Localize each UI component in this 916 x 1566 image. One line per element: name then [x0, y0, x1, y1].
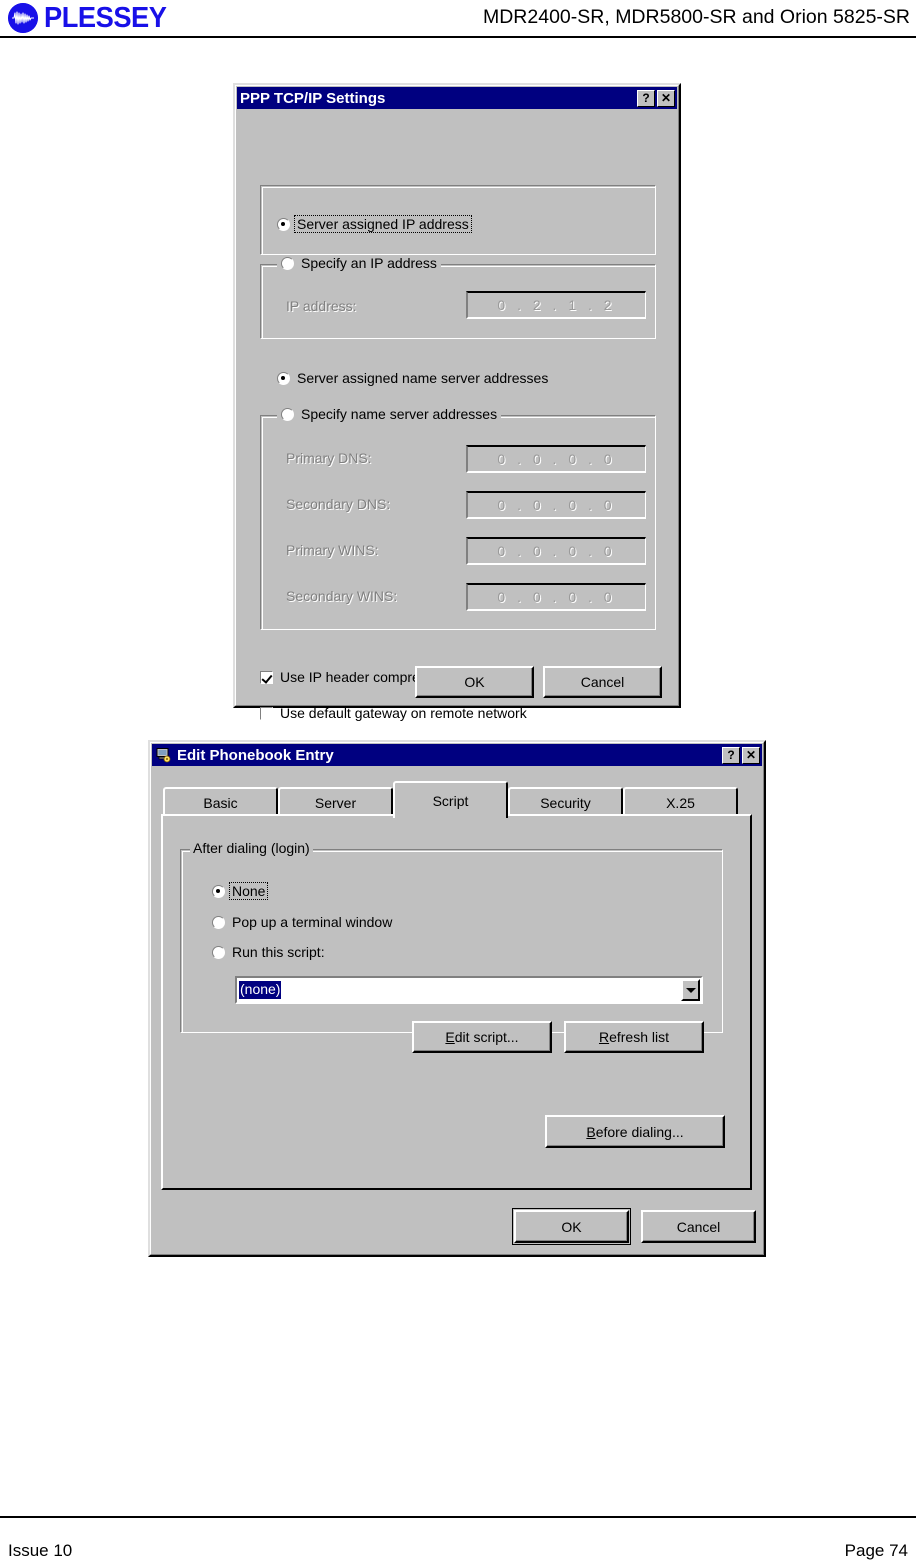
radio-script-terminal-label: Pop up a terminal window [232, 914, 393, 930]
radio-specify-ip-label: Specify an IP address [301, 255, 437, 271]
radio-specify-dns[interactable]: Specify name server addresses [277, 406, 502, 422]
help-icon[interactable]: ? [722, 746, 740, 764]
radio-indicator[interactable] [281, 407, 294, 421]
radio-indicator[interactable] [212, 915, 225, 929]
group-after-dialing: After dialing (login) [180, 841, 723, 1033]
header-product-title: MDR2400-SR, MDR5800-SR and Orion 5825-SR [482, 6, 910, 28]
before-dialing-button[interactable]: Before dialing... [545, 1115, 725, 1148]
edit-script-button[interactable]: Edit script... [412, 1021, 552, 1053]
plessey-waveform-circle-icon [8, 3, 38, 33]
tab-script[interactable]: Script [393, 781, 508, 818]
phonebook-titlebar[interactable]: Edit Phonebook Entry ? ✕ [152, 744, 762, 766]
secondary-dns-label: Secondary DNS: [286, 496, 391, 512]
tab-basic-label: Basic [203, 794, 238, 811]
tcpip-titlebar[interactable]: PPP TCP/IP Settings ? ✕ [237, 87, 677, 109]
plessey-logo-text: PLESSEY [44, 1, 167, 34]
chevron-down-icon[interactable] [681, 979, 700, 1001]
edit-phonebook-entry-dialog: Edit Phonebook Entry ? ✕ Basic Server Sc… [148, 740, 766, 1257]
ppp-tcpip-settings-dialog: PPP TCP/IP Settings ? ✕ Server assigned … [233, 83, 681, 720]
primary-wins-label: Primary WINS: [286, 542, 379, 558]
primary-wins-value: 0 . 0 . 0 . 0 [497, 543, 616, 559]
phonebook-title-buttons: ? ✕ [722, 746, 760, 764]
checkbox-default-gateway[interactable]: Use default gateway on remote network [260, 706, 527, 720]
radio-specify-dns-label: Specify name server addresses [301, 406, 498, 422]
tab-script-label: Script [432, 792, 469, 809]
tcpip-cancel-button[interactable]: Cancel [543, 666, 662, 698]
close-icon[interactable]: ✕ [657, 89, 675, 107]
phonebook-title-text: Edit Phonebook Entry [177, 746, 334, 764]
secondary-wins-label: Secondary WINS: [286, 588, 398, 604]
checkbox-default-gateway-label: Use default gateway on remote network [280, 705, 527, 721]
tab-server[interactable]: Server [278, 787, 393, 816]
radio-script-terminal[interactable]: Pop up a terminal window [212, 915, 392, 929]
phonebook-cancel-button[interactable]: Cancel [641, 1210, 756, 1243]
help-icon[interactable]: ? [637, 89, 655, 107]
tab-basic[interactable]: Basic [163, 787, 278, 816]
group-after-dialing-title: After dialing (login) [190, 841, 313, 855]
group-specify-ip [260, 185, 656, 255]
footer-issue: Issue 10 [8, 1541, 73, 1560]
radio-server-assigned-dns-label: Server assigned name server addresses [297, 370, 549, 386]
radio-indicator[interactable] [277, 371, 290, 385]
script-select-combobox[interactable]: (none) [235, 976, 703, 1004]
primary-wins-field[interactable]: 0 . 0 . 0 . 0 [466, 537, 646, 565]
close-icon[interactable]: ✕ [742, 746, 760, 764]
tab-x25-label: X.25 [666, 794, 695, 811]
primary-dns-value: 0 . 0 . 0 . 0 [497, 451, 616, 467]
tcpip-title-text: PPP TCP/IP Settings [240, 89, 386, 107]
radio-specify-ip[interactable]: Specify an IP address [277, 256, 441, 270]
ip-address-label: IP address: [286, 298, 357, 314]
page-header: PLESSEY MDR2400-SR, MDR5800-SR and Orion… [0, 0, 916, 36]
ip-address-field[interactable]: 0 . 2 . 1 . 2 [466, 291, 646, 319]
radio-indicator[interactable] [212, 884, 225, 898]
edit-script-label: Edit script... [445, 1029, 519, 1045]
secondary-dns-value: 0 . 0 . 0 . 0 [497, 497, 616, 513]
tcpip-title-buttons: ? ✕ [637, 89, 675, 107]
before-dialing-label: Before dialing... [586, 1123, 684, 1140]
radio-run-this-script-label: Run this script: [232, 944, 325, 960]
secondary-wins-field[interactable]: 0 . 0 . 0 . 0 [466, 583, 646, 611]
radio-script-none-label: None [229, 882, 269, 900]
radio-run-this-script[interactable]: Run this script: [212, 945, 325, 959]
tcpip-ok-button[interactable]: OK [415, 666, 534, 698]
footer-page: Page 74 [844, 1541, 908, 1560]
tab-server-label: Server [314, 794, 357, 811]
plessey-logo: PLESSEY [8, 3, 174, 33]
radio-indicator[interactable] [212, 945, 225, 959]
header-divider [0, 36, 916, 38]
phonebook-ok-button[interactable]: OK [512, 1208, 631, 1245]
refresh-list-button[interactable]: Refresh list [564, 1021, 704, 1053]
script-select-value: (none) [239, 981, 282, 999]
primary-dns-label: Primary DNS: [286, 450, 372, 466]
radio-script-none[interactable]: None [212, 882, 269, 900]
secondary-dns-field[interactable]: 0 . 0 . 0 . 0 [466, 491, 646, 519]
footer-divider [0, 1516, 916, 1518]
radio-indicator[interactable] [281, 256, 294, 270]
checkbox-indicator[interactable] [260, 706, 273, 720]
tab-security[interactable]: Security [508, 787, 623, 816]
tab-x25[interactable]: X.25 [623, 787, 738, 816]
tab-security-label: Security [540, 794, 591, 811]
modem-phone-icon [155, 746, 173, 764]
refresh-list-label: Refresh list [598, 1029, 670, 1045]
secondary-wins-value: 0 . 0 . 0 . 0 [497, 589, 616, 605]
primary-dns-field[interactable]: 0 . 0 . 0 . 0 [466, 445, 646, 473]
radio-server-assigned-dns[interactable]: Server assigned name server addresses [277, 371, 548, 385]
ip-address-value: 0 . 2 . 1 . 2 [497, 297, 616, 313]
checkbox-indicator[interactable] [260, 670, 273, 684]
